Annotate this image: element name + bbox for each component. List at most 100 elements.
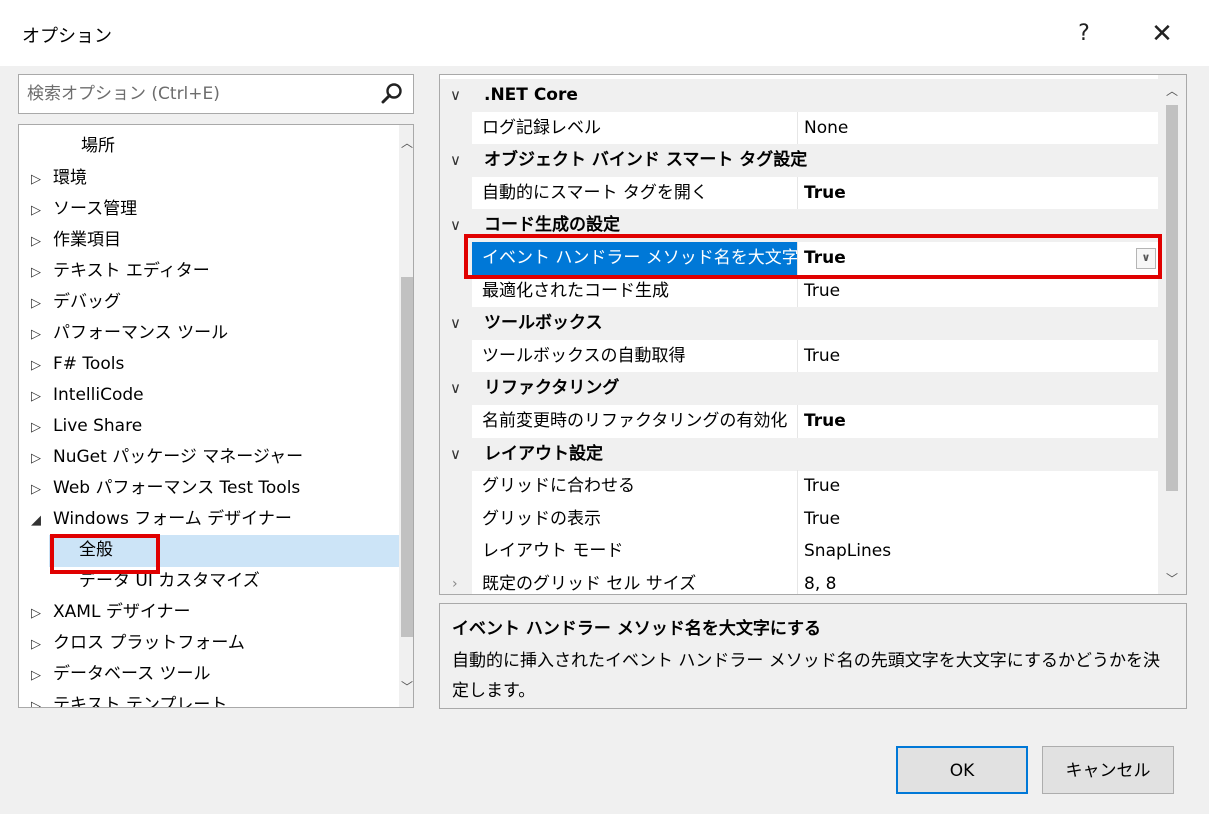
help-button[interactable]: ? <box>1064 14 1104 54</box>
property-name[interactable]: レイアウト モード <box>472 535 798 569</box>
scroll-down-icon[interactable]: ﹀ <box>399 677 413 697</box>
collapse-chevron-icon[interactable]: ∨ <box>450 372 461 405</box>
property-row[interactable]: ログ記録レベル None <box>440 111 1158 145</box>
row-gutter <box>440 502 472 536</box>
expand-chevron-icon[interactable]: › <box>452 568 458 594</box>
category-row[interactable]: ∨ レイアウト設定 <box>440 437 1158 471</box>
property-value-text: True <box>804 476 841 497</box>
tree-item[interactable]: ▷ テキスト エディター <box>31 256 210 286</box>
property-name[interactable]: ツールボックスの自動取得 <box>472 339 798 373</box>
window-title: オプション <box>22 26 112 47</box>
close-button[interactable]: ✕ <box>1142 14 1182 54</box>
property-value[interactable]: SnapLines <box>802 535 1158 568</box>
property-name[interactable]: 名前変更時のリファクタリングの有効化 <box>472 405 798 438</box>
scroll-up-icon[interactable]: ︿ <box>1164 81 1180 101</box>
property-value[interactable]: True <box>802 340 1158 373</box>
property-value[interactable]: True <box>802 177 1158 210</box>
property-value[interactable]: True <box>802 470 1158 503</box>
tree-item[interactable]: ▷ ソース管理 <box>31 194 137 224</box>
property-row[interactable]: ツールボックスの自動取得 True <box>440 339 1158 373</box>
tree-item[interactable]: ◢ Windows フォーム デザイナー <box>31 504 292 534</box>
tree-item[interactable]: ▷ デバッグ <box>31 287 121 317</box>
property-row[interactable]: レイアウト モード SnapLines <box>440 535 1158 569</box>
collapsed-triangle-icon[interactable]: ▷ <box>31 165 53 195</box>
property-value-text: True <box>804 411 846 431</box>
expanded-triangle-icon[interactable]: ◢ <box>31 506 53 536</box>
property-name[interactable]: 自動的にスマート タグを開く <box>472 176 798 210</box>
collapsed-triangle-icon[interactable]: ▷ <box>31 196 53 226</box>
tree-item[interactable]: ▷ Web パフォーマンス Test Tools <box>31 473 300 503</box>
tree-item-label: IntelliCode <box>53 385 144 405</box>
scrollbar-thumb[interactable] <box>401 277 413 637</box>
search-icon[interactable] <box>379 81 405 107</box>
grid-scrollbar[interactable]: ︿ ﹀ <box>1158 75 1186 594</box>
category-row[interactable]: ∨ .NET Core <box>440 79 1158 112</box>
property-value[interactable]: True <box>802 405 1158 438</box>
row-gutter <box>440 111 472 145</box>
tree-item[interactable]: ▷ IntelliCode <box>31 380 144 410</box>
property-value[interactable]: True <box>802 275 1158 308</box>
collapsed-triangle-icon[interactable]: ▷ <box>31 320 53 350</box>
collapsed-triangle-icon[interactable]: ▷ <box>31 599 53 629</box>
collapsed-triangle-icon[interactable]: ▷ <box>31 351 53 381</box>
collapse-chevron-icon[interactable]: ∨ <box>450 307 461 340</box>
collapsed-triangle-icon[interactable]: ▷ <box>31 289 53 319</box>
tree-item[interactable]: ▷ クロス プラットフォーム <box>31 628 245 658</box>
collapsed-triangle-icon[interactable]: ▷ <box>31 413 53 443</box>
collapsed-triangle-icon[interactable]: ▷ <box>31 630 53 660</box>
search-box[interactable] <box>18 74 414 114</box>
property-value[interactable]: 8, 8 <box>802 568 1158 594</box>
property-row[interactable]: グリッドに合わせる True <box>440 470 1158 504</box>
scrollbar-thumb[interactable] <box>1166 105 1178 491</box>
collapsed-triangle-icon[interactable]: ▷ <box>31 382 53 412</box>
tree-item-label: テキスト エディター <box>53 261 210 281</box>
property-row[interactable]: › 既定のグリッド セル サイズ 8, 8 <box>440 568 1158 594</box>
tree-item-label: Live Share <box>53 416 143 436</box>
cancel-button[interactable]: キャンセル <box>1042 746 1174 794</box>
tree-scrollbar[interactable]: ︿ ﹀ <box>399 125 413 707</box>
property-name[interactable]: ログ記録レベル <box>472 111 798 145</box>
property-value-text: True <box>804 508 841 529</box>
collapsed-triangle-icon[interactable]: ▷ <box>31 475 53 505</box>
highlight-box-property <box>464 234 1162 279</box>
property-value[interactable]: None <box>802 112 1158 145</box>
collapse-chevron-icon[interactable]: ∨ <box>450 79 461 112</box>
tree-item[interactable]: ▷ XAML デザイナー <box>31 597 190 627</box>
scroll-down-icon[interactable]: ﹀ <box>1164 569 1180 589</box>
tree-item[interactable]: ▷ Live Share <box>31 411 142 441</box>
category-label: ツールボックス <box>484 313 603 334</box>
collapsed-triangle-icon[interactable]: ▷ <box>31 227 53 257</box>
tree-item[interactable]: ▷ テキスト テンプレート <box>31 690 227 707</box>
property-row[interactable]: 自動的にスマート タグを開く True <box>440 176 1158 210</box>
property-row[interactable]: グリッドの表示 True <box>440 502 1158 536</box>
category-row[interactable]: ∨ リファクタリング <box>440 372 1158 406</box>
collapse-chevron-icon[interactable]: ∨ <box>450 144 461 177</box>
tree-item[interactable]: ▷ 環境 <box>31 163 87 193</box>
collapse-chevron-icon[interactable]: ∨ <box>450 438 461 471</box>
row-gutter <box>440 339 472 373</box>
property-name[interactable]: 最適化されたコード生成 <box>472 274 798 308</box>
collapsed-triangle-icon[interactable]: ▷ <box>31 661 53 691</box>
collapsed-triangle-icon[interactable]: ▷ <box>31 258 53 288</box>
collapse-chevron-icon[interactable]: ∨ <box>450 209 461 242</box>
property-value[interactable]: True <box>802 503 1158 536</box>
collapsed-triangle-icon[interactable]: ▷ <box>31 692 53 707</box>
category-row[interactable]: ∨ ツールボックス <box>440 307 1158 341</box>
category-label: .NET Core <box>484 85 578 105</box>
property-name[interactable]: グリッドに合わせる <box>472 470 798 504</box>
tree-item[interactable]: ▷ パフォーマンス ツール <box>31 318 228 348</box>
tree-item[interactable]: ▷ F# Tools <box>31 349 124 379</box>
tree-item[interactable]: ▷ NuGet パッケージ マネージャー <box>31 442 303 472</box>
property-row[interactable]: 名前変更時のリファクタリングの有効化 True <box>440 405 1158 438</box>
tree-item[interactable]: ▷ データベース ツール <box>31 659 211 689</box>
scroll-up-icon[interactable]: ︿ <box>399 133 413 153</box>
property-name[interactable]: グリッドの表示 <box>472 502 798 536</box>
category-row[interactable]: ∨ オブジェクト バインド スマート タグ設定 <box>440 144 1158 178</box>
property-row[interactable]: 最適化されたコード生成 True <box>440 274 1158 308</box>
collapsed-triangle-icon[interactable]: ▷ <box>31 444 53 474</box>
property-name[interactable]: 既定のグリッド セル サイズ <box>472 568 798 594</box>
search-input[interactable] <box>27 81 367 107</box>
ok-button[interactable]: OK <box>896 746 1028 794</box>
tree-item[interactable]: ▷ 作業項目 <box>31 225 121 255</box>
row-gutter <box>440 535 472 569</box>
